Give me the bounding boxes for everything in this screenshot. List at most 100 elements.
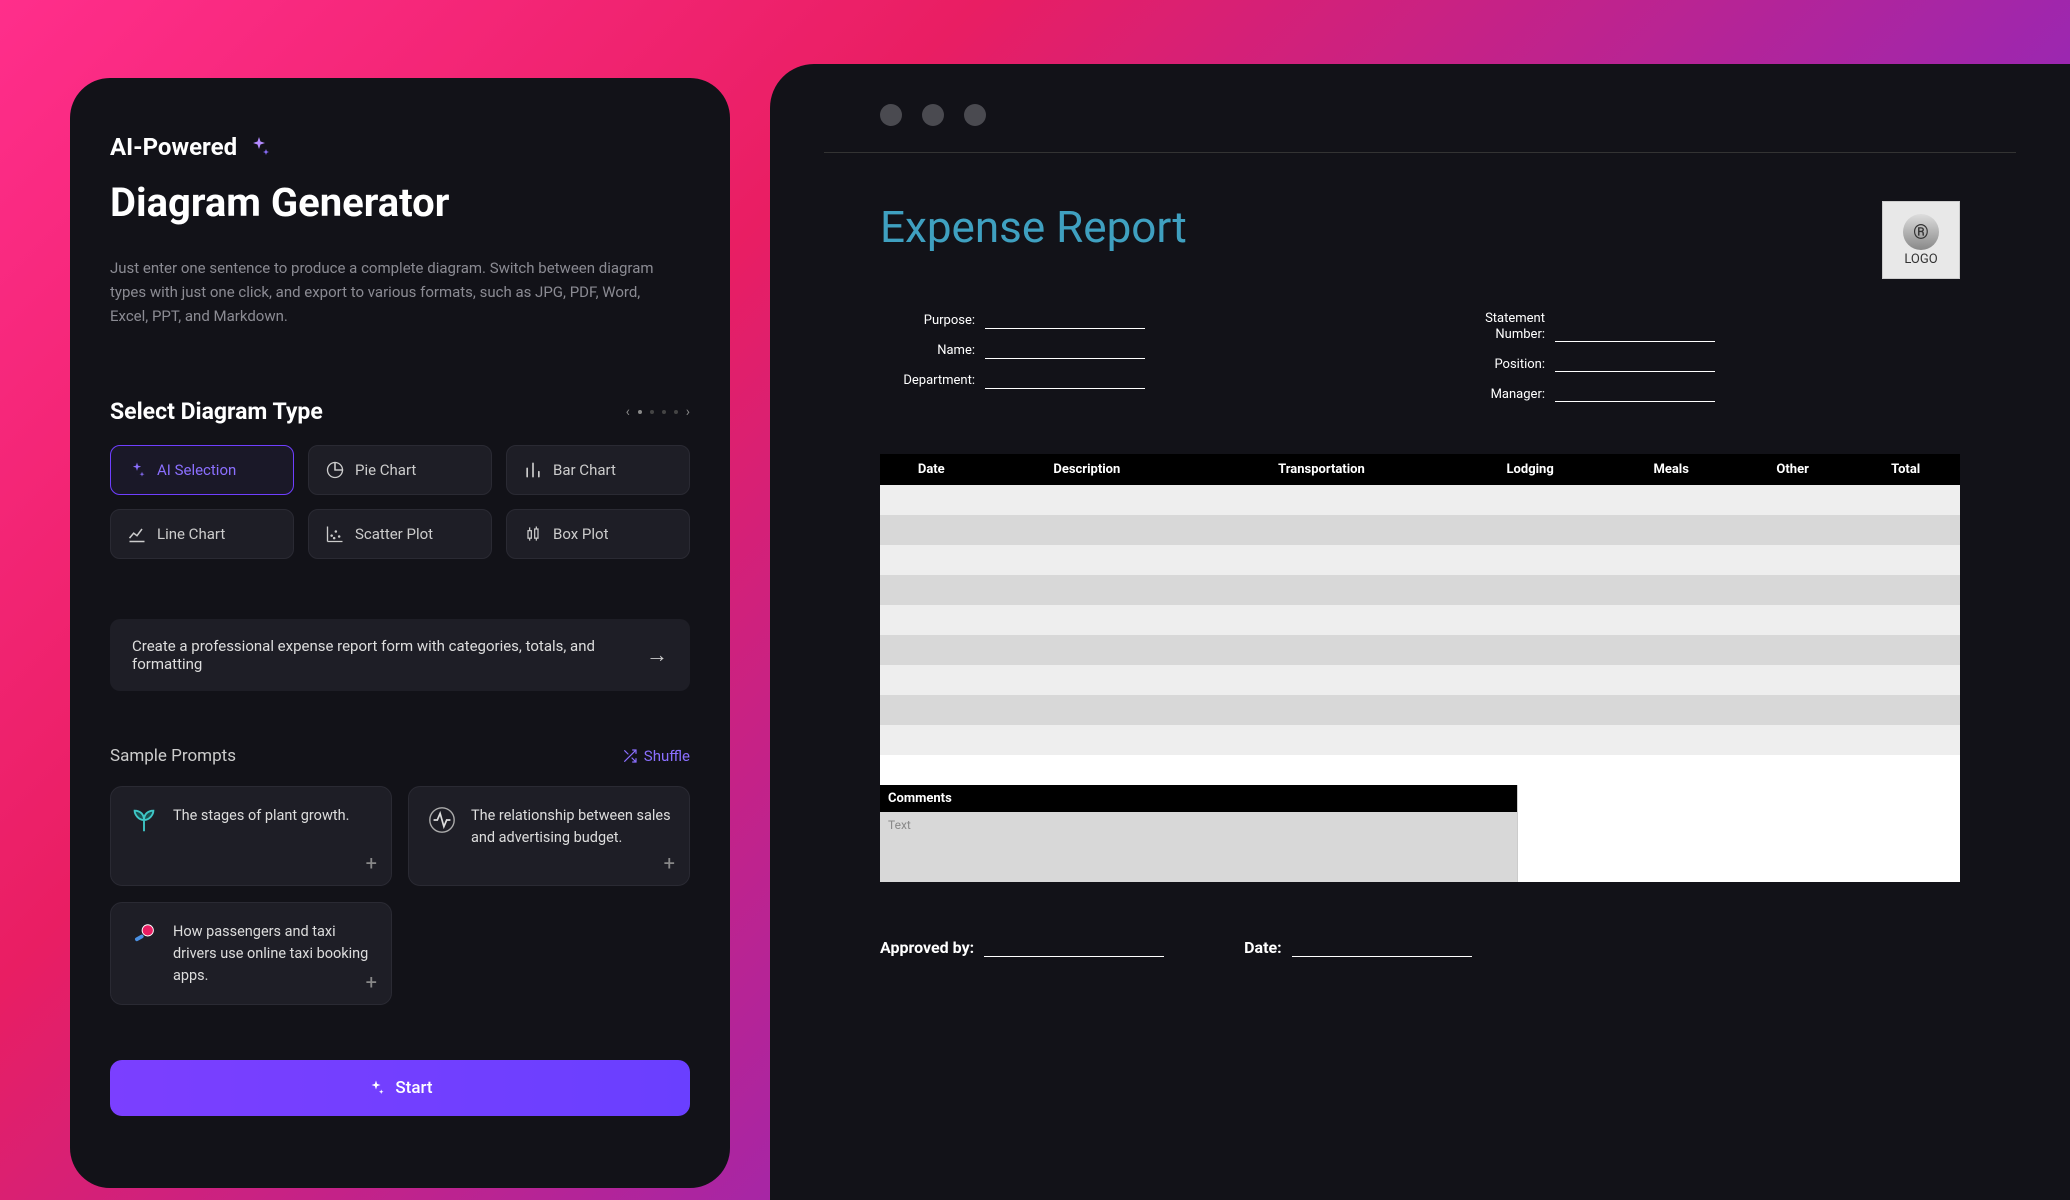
window-dot[interactable]	[922, 104, 944, 126]
field-manager: Manager:	[1450, 384, 1960, 402]
pager-dot[interactable]	[674, 410, 678, 414]
badge-text: AI-Powered	[110, 133, 237, 161]
table-body	[880, 485, 1960, 785]
approved-label: Approved by:	[880, 938, 974, 957]
date-field: Date:	[1244, 937, 1472, 957]
shuffle-label: Shuffle	[644, 747, 690, 765]
sparkle-icon	[247, 135, 271, 159]
date-label: Date:	[1244, 938, 1282, 957]
sample-header: Sample Prompts Shuffle	[110, 746, 690, 766]
start-button[interactable]: Start	[110, 1060, 690, 1116]
type-line-chart[interactable]: Line Chart	[110, 509, 294, 559]
pie-chart-icon	[325, 460, 345, 480]
date-input[interactable]	[1292, 937, 1472, 957]
pager-next[interactable]: ›	[686, 404, 690, 420]
type-label: Bar Chart	[553, 461, 616, 479]
table-row[interactable]	[880, 515, 1960, 545]
diagram-generator-panel: AI-Powered Diagram Generator Just enter …	[70, 78, 730, 1188]
signature-row: Approved by: Date:	[880, 937, 1960, 957]
table-row[interactable]	[880, 605, 1960, 635]
submit-arrow-icon[interactable]: →	[646, 642, 668, 668]
field-input[interactable]	[985, 341, 1145, 359]
field-statement: Statement Number:	[1450, 311, 1960, 342]
table-row[interactable]	[880, 755, 1960, 785]
field-input[interactable]	[985, 311, 1145, 329]
expense-table: Date Description Transportation Lodging …	[880, 454, 1960, 785]
table-row[interactable]	[880, 725, 1960, 755]
type-label: Box Plot	[553, 525, 608, 543]
field-label: Department:	[880, 373, 985, 389]
type-pie-chart[interactable]: Pie Chart	[308, 445, 492, 495]
bar-chart-icon	[523, 460, 543, 480]
field-label: Manager:	[1450, 387, 1555, 403]
sample-prompts-label: Sample Prompts	[110, 746, 236, 766]
description: Just enter one sentence to produce a com…	[110, 256, 670, 328]
total-cell[interactable]	[1517, 785, 1960, 834]
table-row[interactable]	[880, 485, 1960, 515]
prompt-text: Create a professional expense report for…	[132, 637, 646, 673]
pager-dot[interactable]	[638, 410, 642, 414]
box-plot-icon	[523, 524, 543, 544]
col-meals: Meals	[1608, 454, 1733, 485]
field-label: Name:	[880, 343, 985, 359]
total-cell[interactable]	[1517, 834, 1960, 883]
approved-input[interactable]	[984, 937, 1164, 957]
shuffle-button[interactable]: Shuffle	[622, 747, 690, 765]
registered-icon: ®	[1903, 214, 1939, 250]
col-total: Total	[1851, 454, 1960, 485]
type-label: Pie Chart	[355, 461, 416, 479]
window-dot[interactable]	[880, 104, 902, 126]
badge-row: AI-Powered	[110, 133, 690, 161]
window-dot[interactable]	[964, 104, 986, 126]
logo-placeholder: ® LOGO	[1882, 201, 1960, 279]
table-row[interactable]	[880, 635, 1960, 665]
sample-card-taxi[interactable]: How passengers and taxi drivers use onli…	[110, 902, 392, 1005]
table-row[interactable]	[880, 695, 1960, 725]
pager-dot[interactable]	[662, 410, 666, 414]
comments-block: Comments Text	[880, 785, 1960, 882]
field-input[interactable]	[985, 371, 1145, 389]
pager-dot[interactable]	[650, 410, 654, 414]
document-header: Expense Report ® LOGO	[880, 201, 1960, 279]
sample-text: How passengers and taxi drivers use onli…	[173, 921, 373, 986]
sample-card-plant[interactable]: The stages of plant growth. +	[110, 786, 392, 886]
type-label: Scatter Plot	[355, 525, 433, 543]
field-position: Position:	[1450, 354, 1960, 372]
type-box-plot[interactable]: Box Plot	[506, 509, 690, 559]
add-sample-button[interactable]: +	[366, 970, 377, 994]
add-sample-button[interactable]: +	[366, 851, 377, 875]
sparkle-icon	[367, 1079, 385, 1097]
table-row[interactable]	[880, 575, 1960, 605]
table-row[interactable]	[880, 545, 1960, 575]
activity-icon	[427, 805, 457, 835]
col-date: Date	[880, 454, 983, 485]
field-purpose: Purpose:	[880, 311, 1390, 329]
document-title: Expense Report	[880, 201, 1187, 253]
pager-prev[interactable]: ‹	[626, 404, 630, 420]
type-pager: ‹ ›	[626, 404, 690, 420]
scatter-plot-icon	[325, 524, 345, 544]
prompt-input[interactable]: Create a professional expense report for…	[110, 619, 690, 691]
field-input[interactable]	[1555, 324, 1715, 342]
sample-card-sales[interactable]: The relationship between sales and adver…	[408, 786, 690, 886]
field-input[interactable]	[1555, 354, 1715, 372]
comments-placeholder: Text	[888, 818, 911, 832]
field-label: Purpose:	[880, 313, 985, 329]
type-bar-chart[interactable]: Bar Chart	[506, 445, 690, 495]
start-label: Start	[395, 1078, 432, 1098]
sample-text: The relationship between sales and adver…	[471, 805, 671, 849]
window-controls	[770, 64, 2070, 152]
comments-input[interactable]: Text	[880, 812, 1517, 882]
add-sample-button[interactable]: +	[664, 851, 675, 875]
totals-column	[1517, 785, 1960, 882]
type-scatter-plot[interactable]: Scatter Plot	[308, 509, 492, 559]
table-header-row: Date Description Transportation Lodging …	[880, 454, 1960, 485]
sparkle-icon	[127, 460, 147, 480]
line-chart-icon	[127, 524, 147, 544]
col-transportation: Transportation	[1191, 454, 1452, 485]
field-department: Department:	[880, 371, 1390, 389]
table-row[interactable]	[880, 665, 1960, 695]
field-input[interactable]	[1555, 384, 1715, 402]
type-ai-selection[interactable]: AI Selection	[110, 445, 294, 495]
page-title: Diagram Generator	[110, 179, 690, 226]
